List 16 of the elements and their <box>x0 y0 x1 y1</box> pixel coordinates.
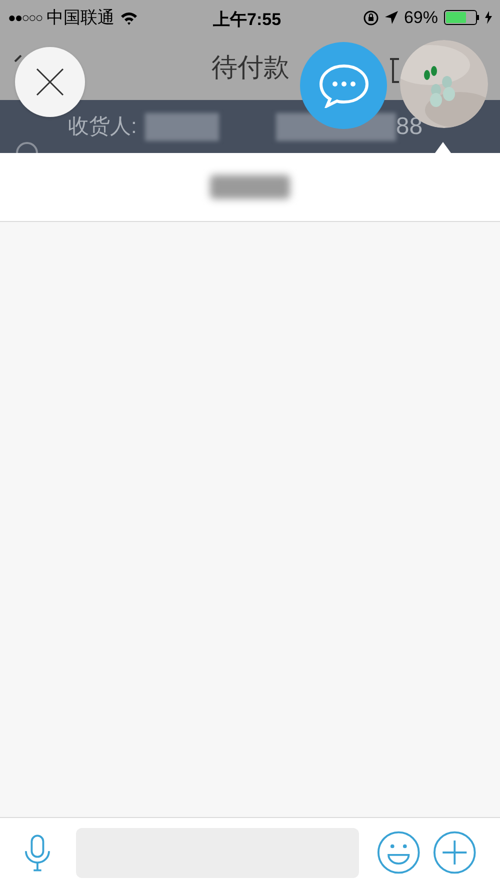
wifi-icon <box>120 10 138 24</box>
plus-icon[interactable] <box>432 830 476 875</box>
rotation-lock-icon <box>362 10 379 26</box>
recipient-label: 收货人: <box>68 114 137 140</box>
chat-icon <box>318 64 368 108</box>
close-icon <box>36 68 64 96</box>
signal-strength: ●●○○○ <box>8 8 42 27</box>
page-title: 待付款 <box>212 51 290 84</box>
location-arrow-icon <box>384 11 398 24</box>
microphone-icon[interactable] <box>24 832 51 872</box>
carrier-name: 中国联通 <box>46 6 114 29</box>
smiley-icon[interactable] <box>377 830 421 875</box>
battery-icon <box>444 10 479 25</box>
battery-percent: 69% <box>404 6 438 29</box>
clock-time: 上午7:55 <box>213 9 282 31</box>
phone-number: 88 <box>396 112 423 142</box>
